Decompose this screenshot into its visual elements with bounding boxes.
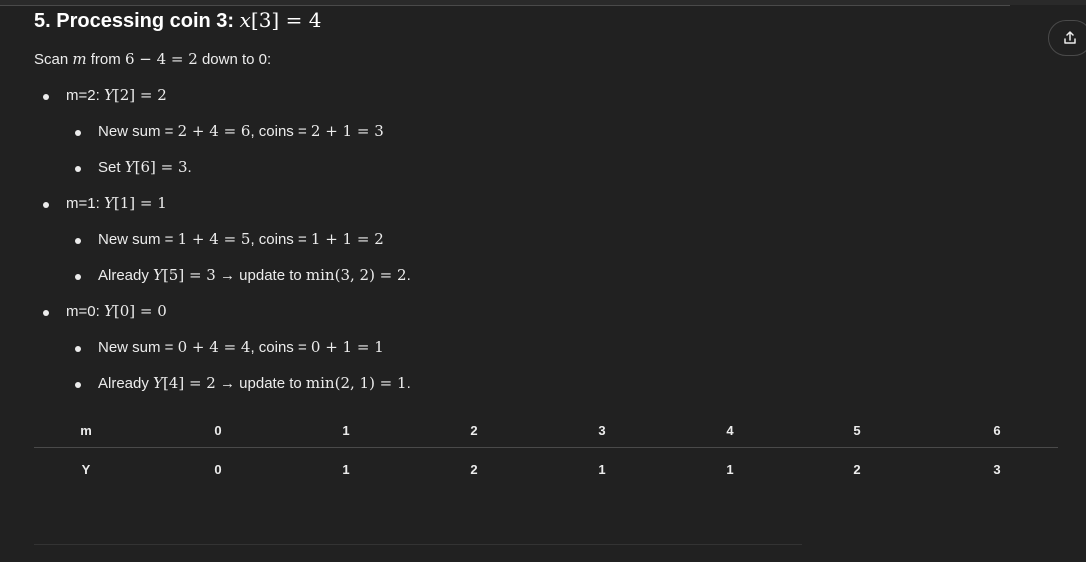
section-heading: 5. Processing coin 3: x[3] = 4 (34, 8, 321, 33)
share-button[interactable] (1048, 20, 1086, 56)
table-header-cell: m (80, 423, 92, 438)
table-header-cell: 6 (993, 423, 1001, 438)
list-item: Already Y[4] = 2 → update to min(2, 1) =… (75, 374, 411, 392)
table-header-row: m 0 1 2 3 4 5 6 (34, 415, 1058, 448)
table-cell: 1 (598, 462, 606, 477)
table-header-cell: 4 (726, 423, 734, 438)
list-item: New sum = 0 + 4 = 4, coins = 0 + 1 = 1 (75, 338, 384, 356)
bottom-divider (34, 544, 802, 545)
table-header-cell: 3 (598, 423, 606, 438)
heading-math: x[3] = 4 (239, 8, 322, 32)
table-cell: 3 (993, 462, 1001, 477)
table-cell: 0 (214, 462, 222, 477)
table-header-cell: 0 (214, 423, 222, 438)
intro-text: Scan m from 6 − 4 = 2 down to 0: (34, 50, 272, 68)
list-item: Set Y[6] = 3. (75, 158, 192, 176)
heading-text: 5. Processing coin 3: (34, 10, 240, 32)
table-header-cell: 1 (342, 423, 350, 438)
list-item: Already Y[5] = 3 → update to min(3, 2) =… (75, 266, 411, 284)
table-cell: 1 (726, 462, 734, 477)
table-cell: 2 (853, 462, 861, 477)
table-header-cell: 2 (470, 423, 478, 438)
list-item: New sum = 1 + 4 = 5, coins = 1 + 1 = 2 (75, 230, 384, 248)
list-item: m=1: Y[1] = 1 (43, 194, 167, 212)
top-divider (0, 5, 1010, 6)
table-row: Y 0 1 2 1 1 2 3 (34, 448, 1058, 492)
list-item: m=0: Y[0] = 0 (43, 302, 167, 320)
list-item: m=2: Y[2] = 2 (43, 86, 167, 104)
results-table: m 0 1 2 3 4 5 6 Y 0 1 2 1 1 2 3 (34, 415, 1058, 492)
list-item: New sum = 2 + 4 = 6, coins = 2 + 1 = 3 (75, 122, 384, 140)
bullet-dot (43, 94, 49, 100)
table-cell: 1 (342, 462, 350, 477)
table-cell: 2 (470, 462, 478, 477)
table-cell: Y (81, 462, 91, 477)
share-icon (1064, 31, 1076, 44)
table-header-cell: 5 (853, 423, 861, 438)
